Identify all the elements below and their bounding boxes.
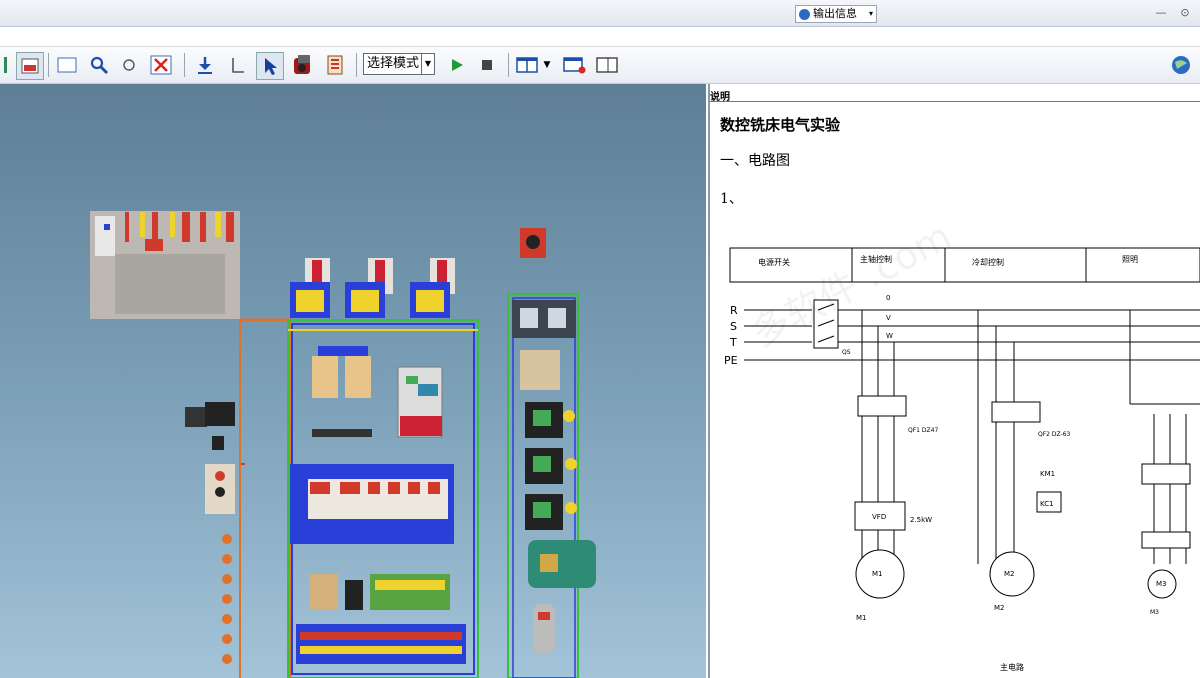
- toolbar-separator: [48, 53, 49, 77]
- stop-button[interactable]: [474, 52, 500, 78]
- download-icon: [198, 57, 212, 74]
- split-button[interactable]: [562, 52, 588, 78]
- electrical-cabinet-3d: [90, 211, 596, 678]
- terminal-modules[interactable]: [296, 574, 466, 664]
- svg-text:VFD: VFD: [872, 513, 886, 521]
- restore-button[interactable]: ⊙: [1176, 5, 1194, 21]
- svg-text:M1: M1: [856, 614, 867, 622]
- svg-text:M3: M3: [1156, 580, 1167, 588]
- toolbar-separator: [184, 53, 185, 77]
- play-button[interactable]: [444, 52, 470, 78]
- rotate-icon: [123, 59, 135, 71]
- window-button[interactable]: [594, 52, 620, 78]
- rect-select-icon: [57, 57, 77, 73]
- minimize-button[interactable]: —: [1152, 5, 1170, 21]
- rotate-button[interactable]: [116, 52, 142, 78]
- simulation-viewport[interactable]: [0, 84, 706, 678]
- power-supply[interactable]: [512, 300, 576, 338]
- rail-pe: PE: [724, 354, 738, 367]
- svg-text:M3: M3: [1150, 609, 1159, 616]
- document-icon: [327, 55, 343, 75]
- spindle-motor[interactable]: [528, 540, 596, 588]
- svg-text:W: W: [886, 332, 893, 340]
- circuit-diagram: 电源开关 主轴控制 冷却控制 照明 R S T PE 0 V W QS QF1 …: [724, 247, 1200, 672]
- relay-pair[interactable]: [312, 346, 371, 398]
- zoom-button[interactable]: [86, 52, 112, 78]
- svg-text:QF2 DZ-63: QF2 DZ-63: [1038, 431, 1071, 438]
- layout-button[interactable]: [514, 52, 540, 78]
- chevron-down-icon: ▼: [421, 54, 434, 74]
- svg-text:QS: QS: [842, 349, 851, 356]
- panel-icon: [21, 58, 39, 74]
- instruction-document[interactable]: 说明 数控铣床电气实验 一、电路图 1、 多软件 .com 电源开关 主轴控制 …: [708, 84, 1200, 678]
- rail-t: T: [729, 336, 737, 349]
- rail-r: R: [730, 304, 738, 317]
- svg-text:主电路: 主电路: [1000, 662, 1024, 672]
- din-rail: [312, 429, 372, 437]
- breaker-row[interactable]: [290, 464, 454, 544]
- grip-handle[interactable]: [0, 52, 10, 78]
- table-header-light: 照明: [1122, 255, 1138, 264]
- record-button[interactable]: [290, 52, 316, 78]
- pointer-icon: [265, 58, 277, 75]
- zoom-icon: [90, 56, 109, 75]
- split-icon: [563, 57, 586, 74]
- chevron-down-icon: ▾: [868, 9, 873, 18]
- output-dropdown[interactable]: 输出信息 ▾: [795, 5, 877, 23]
- svg-text:2.5kW: 2.5kW: [910, 516, 932, 524]
- table-header-coolant: 冷却控制: [972, 257, 1004, 267]
- play-icon: [452, 59, 463, 71]
- svg-text:M2: M2: [994, 604, 1005, 612]
- mode-select-value: 选择模式: [367, 56, 420, 71]
- globe-button[interactable]: [1168, 52, 1194, 78]
- rect-select-button[interactable]: [54, 52, 80, 78]
- timer-relay[interactable]: [520, 350, 560, 390]
- contactor-group[interactable]: [290, 258, 455, 318]
- layout-dropdown-button[interactable]: ▼: [540, 52, 554, 78]
- title-bar: 输出信息 ▾ — ⊙: [0, 0, 1200, 27]
- sensor-module[interactable]: [533, 604, 555, 654]
- svg-text:0: 0: [886, 294, 890, 302]
- svg-text:M1: M1: [872, 570, 883, 578]
- motor-starter-1[interactable]: [525, 402, 575, 438]
- measure-icon: [232, 58, 244, 73]
- svg-text:M2: M2: [1004, 570, 1015, 578]
- info-icon: [799, 8, 810, 20]
- pointer-button[interactable]: [256, 52, 284, 80]
- pushbutton-column[interactable]: [205, 464, 235, 664]
- delete-icon: [150, 55, 172, 75]
- motor-starter-2[interactable]: [525, 448, 577, 484]
- main-toolbar: 选择模式 ▼ ▼: [0, 46, 1200, 84]
- rail-s: S: [730, 320, 737, 333]
- panel-button[interactable]: [16, 52, 44, 80]
- document-button[interactable]: [322, 52, 348, 78]
- warning-lamp[interactable]: [520, 228, 546, 258]
- record-icon: [294, 55, 310, 74]
- measure-button[interactable]: [224, 52, 250, 78]
- table-header-power: 电源开关: [758, 257, 790, 267]
- layout-icon: [516, 57, 538, 73]
- svg-text:KM1: KM1: [1040, 470, 1055, 478]
- globe-icon: [1172, 56, 1190, 74]
- svg-text:QF1 DZ47: QF1 DZ47: [908, 427, 938, 434]
- frequency-inverter[interactable]: [397, 366, 443, 438]
- window-icon: [596, 57, 618, 73]
- table-header-spindle: 主轴控制: [860, 254, 892, 264]
- output-dropdown-label: 输出信息: [813, 7, 857, 20]
- motor-starter-3[interactable]: [525, 494, 577, 530]
- svg-text:V: V: [886, 314, 891, 322]
- chevron-down-icon: ▼: [543, 60, 551, 70]
- toolbar-separator: [356, 53, 357, 77]
- download-button[interactable]: [192, 52, 218, 78]
- delete-button[interactable]: [148, 52, 174, 78]
- stop-icon: [482, 60, 492, 70]
- control-panel[interactable]: [90, 211, 240, 319]
- solenoid-valve[interactable]: [185, 402, 235, 450]
- mode-select[interactable]: 选择模式 ▼: [363, 53, 435, 75]
- svg-text:KC1: KC1: [1040, 500, 1054, 508]
- toolbar-separator: [508, 53, 509, 77]
